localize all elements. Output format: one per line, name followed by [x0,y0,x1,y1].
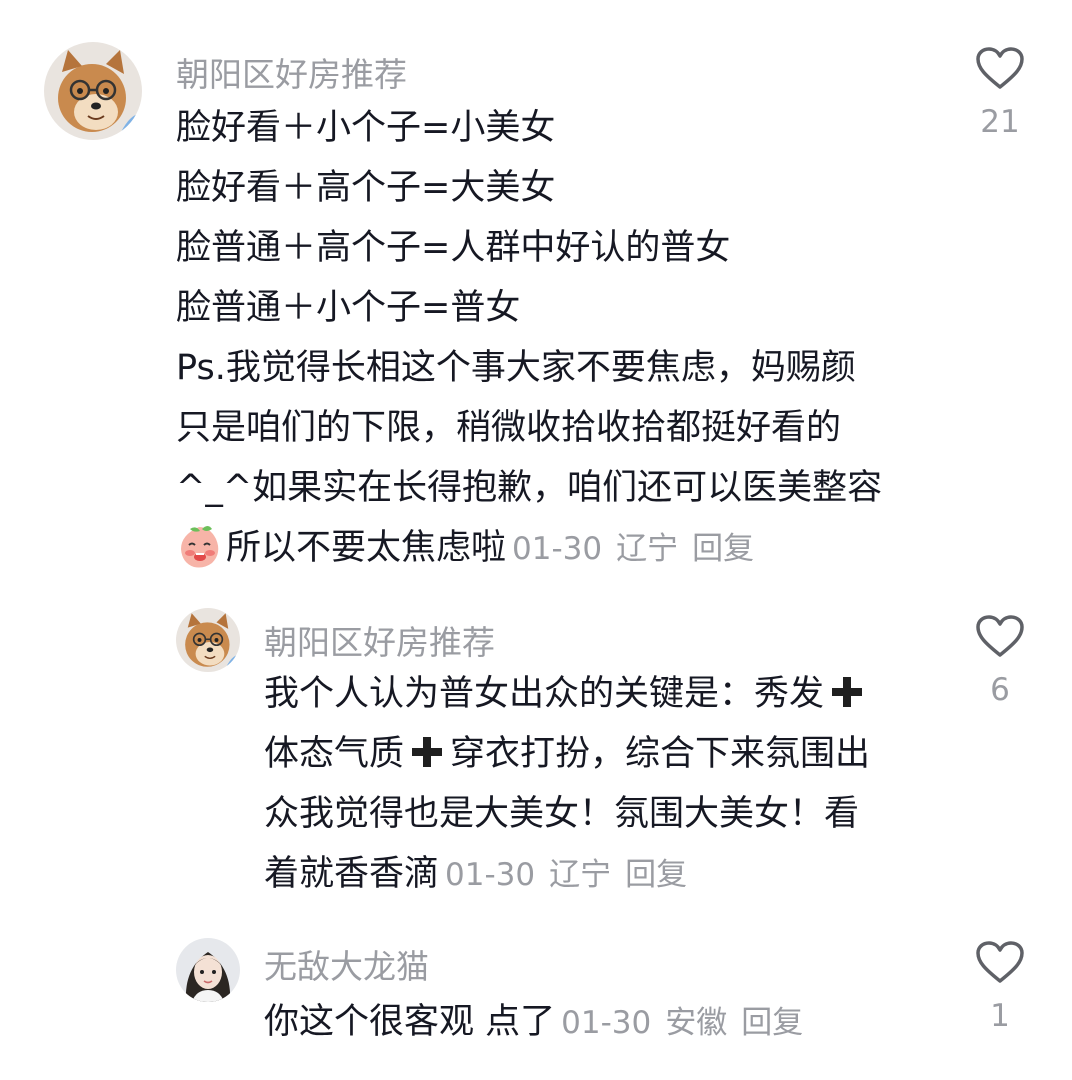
girl-portrait-icon [176,938,240,1002]
comment-meta: 01-30 安徽 回复 [561,1005,817,1041]
like-count: 1 [990,998,1010,1034]
shiba-dog-icon [176,608,240,672]
comment-line: ^_^如果实在长得抱歉，咱们还可以医美整容 [176,468,883,508]
comment-last-line: 着就香香滴 01-30 辽宁 回复 [264,844,870,904]
like-button[interactable]: 6 [970,614,1030,708]
like-count: 6 [990,672,1010,708]
heart-outline-icon [976,615,1024,657]
peach-face-emoji-icon [181,526,219,568]
avatar[interactable] [176,938,240,1002]
comment-2: 朝阳区好房推荐 我个人认为普女出众的关键是：秀发 体态气质 穿衣打扮，综合下来氛围… [0,580,1072,910]
comment-line: 脸普通＋高个子=人群中好认的普女 [176,228,731,268]
comment-text: 你这个很客观 点了 01-30 安徽 回复 [264,992,817,1052]
avatar[interactable] [176,608,240,672]
comment-meta: 01-30 辽宁 回复 [512,531,768,567]
comment-location: 安徽 [665,1005,728,1041]
comment-last-line: 你这个很客观 点了 01-30 安徽 回复 [264,992,817,1052]
comment-date: 01-30 [445,857,536,893]
comment-meta: 01-30 辽宁 回复 [445,857,701,893]
reply-button[interactable]: 回复 [625,857,687,893]
heavy-plus-icon [412,737,443,767]
like-count: 21 [980,104,1020,140]
comment-username[interactable]: 无敌大龙猫 [264,940,429,988]
comment-line: Ps.我觉得长相这个事大家不要焦虑，妈赐颜 [176,348,856,388]
comment-1: 朝阳区好房推荐 脸好看＋小个子=小美女 脸好看＋高个子=大美女 脸普通＋高个子=… [0,0,1072,580]
comment-date: 01-30 [512,531,603,567]
comment-line: 脸普通＋小个子=普女 [176,288,521,328]
like-button[interactable]: 21 [970,46,1030,140]
comment-line: 体态气质 穿衣打扮，综合下来氛围出 [264,734,871,774]
avatar[interactable] [44,42,142,140]
heart-outline-icon [976,941,1024,983]
comment-text: 脸好看＋小个子=小美女 脸好看＋高个子=大美女 脸普通＋高个子=人群中好认的普女… [176,98,882,578]
comment-text: 我个人认为普女出众的关键是：秀发 体态气质 穿衣打扮，综合下来氛围出 众我觉得也是… [264,664,870,904]
comment-date: 01-30 [561,1005,652,1041]
comment-location: 辽宁 [616,531,679,567]
comment-username[interactable]: 朝阳区好房推荐 [264,616,495,664]
comment-username[interactable]: 朝阳区好房推荐 [176,48,407,96]
comment-3: 无敌大龙猫 你这个很客观 点了 01-30 安徽 回复 1 [0,910,1072,1080]
heavy-plus-icon [832,677,863,707]
reply-button[interactable]: 回复 [741,1005,803,1041]
like-button[interactable]: 1 [970,940,1030,1034]
shiba-dog-icon [44,42,142,140]
comment-last-line: 所以不要太焦虑啦 01-30 辽宁 回复 [176,518,882,578]
comment-location: 辽宁 [549,857,612,893]
comment-line: 我个人认为普女出众的关键是：秀发 [264,664,870,724]
comment-line: 众我觉得也是大美女！氛围大美女！看 [264,794,860,834]
comment-line: 所以不要太焦虑啦 [226,528,507,568]
heart-outline-icon [976,47,1024,89]
reply-button[interactable]: 回复 [692,531,754,567]
comment-line: 只是咱们的下限，稍微收拾收拾都挺好看的 [176,408,842,448]
comment-line: 脸好看＋高个子=大美女 [176,168,556,208]
comment-line: 脸好看＋小个子=小美女 [176,108,556,148]
